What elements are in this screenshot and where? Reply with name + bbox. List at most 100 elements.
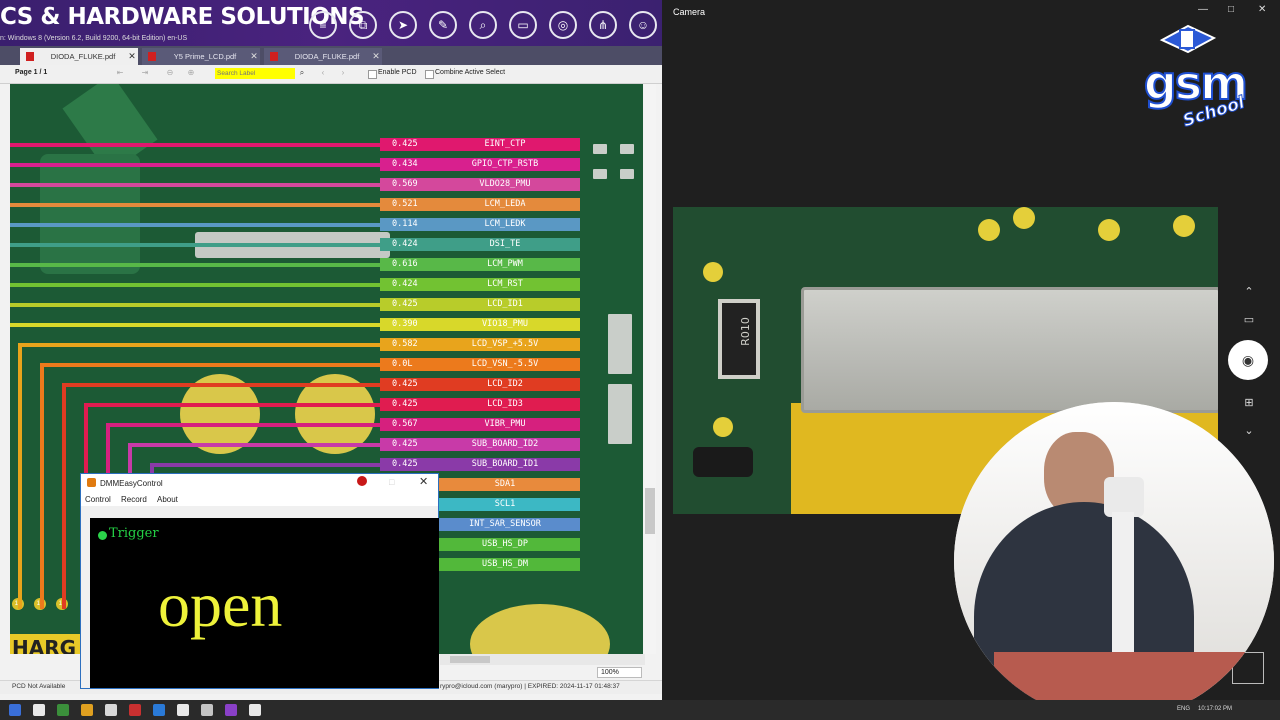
- net-name: LCD_VSN_-5.5V: [471, 359, 539, 369]
- taskbar-app-icon[interactable]: [33, 704, 45, 716]
- net-trace: [128, 443, 380, 447]
- close-icon[interactable]: ✕: [419, 475, 428, 488]
- taskbar-app-icon[interactable]: [201, 704, 213, 716]
- net-trace: [106, 423, 380, 427]
- vertical-scrollbar[interactable]: [644, 84, 656, 654]
- tray-language[interactable]: ENG: [1177, 706, 1190, 712]
- net-label-row[interactable]: 0.425 LCD_ID1: [380, 298, 580, 311]
- close-icon[interactable]: ✕: [370, 51, 382, 62]
- taskbar-app-icon[interactable]: [129, 704, 141, 716]
- windows-taskbar: ENG 10:17:02 PM: [0, 700, 1280, 720]
- video-mode-icon[interactable]: ▭: [1239, 313, 1259, 326]
- net-trace: [18, 343, 380, 347]
- minimize-icon[interactable]: —: [1198, 4, 1208, 15]
- search-icon[interactable]: ⌕: [297, 68, 307, 78]
- net-label-row[interactable]: 0.582 LCD_VSP_+5.5V: [380, 338, 580, 351]
- close-icon[interactable]: ✕: [248, 51, 260, 62]
- taskbar-app-icon[interactable]: [9, 704, 21, 716]
- tab-y5-prime-lcd[interactable]: Y5 Prime_LCD.pdf ✕: [142, 48, 260, 65]
- tab-dioda-fluke-2[interactable]: DIODA_FLUKE.pdf ✕: [264, 48, 382, 65]
- smd-pad: [593, 144, 607, 154]
- gsm-school-logo: gsm School: [1116, 18, 1276, 148]
- net-name: INT_SAR_SENSOR: [469, 519, 541, 529]
- net-name: VLDO28_PMU: [479, 179, 531, 189]
- cursor-icon[interactable]: ➤: [389, 11, 417, 39]
- net-name: VIO18_PMU: [481, 319, 529, 329]
- zoom-select[interactable]: 100%: [597, 667, 642, 678]
- net-label-row[interactable]: 0.616 LCM_PWM: [380, 258, 580, 271]
- taskbar-app-icon[interactable]: [249, 704, 261, 716]
- next-result-icon[interactable]: ›: [338, 68, 348, 78]
- capture-photo-button[interactable]: ◉: [1228, 340, 1268, 380]
- dmm-easycontrol-window[interactable]: DMMEasyControl □ ✕ Control Record About …: [80, 473, 439, 689]
- smd-component: [608, 384, 632, 444]
- prev-result-icon[interactable]: ‹: [318, 68, 328, 78]
- net-label-row[interactable]: 0.425 SUB_BOARD_ID1: [380, 458, 580, 471]
- search-zoom-icon[interactable]: ⌕: [469, 11, 497, 39]
- net-trace: [10, 163, 380, 167]
- net-label-row[interactable]: 0.569 VLDO28_PMU: [380, 178, 580, 191]
- net-label-row[interactable]: 0.425 EINT_CTP: [380, 138, 580, 151]
- net-name: SUB_BOARD_ID2: [471, 439, 539, 449]
- record-icon[interactable]: [357, 476, 367, 486]
- taskbar-app-icon[interactable]: [177, 704, 189, 716]
- share-icon[interactable]: ⋔: [589, 11, 617, 39]
- enable-pcd-checkbox[interactable]: [368, 70, 377, 79]
- zoom-in-icon[interactable]: ⊕: [186, 68, 196, 78]
- net-label-row[interactable]: 0.567 VIBR_PMU: [380, 418, 580, 431]
- taskbar-app-icon[interactable]: [57, 704, 69, 716]
- search-label-input[interactable]: [215, 68, 295, 79]
- board-silkscreen: HARG: [12, 636, 77, 654]
- close-icon[interactable]: ✕: [1258, 4, 1266, 15]
- net-label-row[interactable]: 0.424 LCM_RST: [380, 278, 580, 291]
- close-icon[interactable]: ✕: [126, 51, 138, 62]
- net-voltage: 0.425: [392, 399, 418, 409]
- net-label-row[interactable]: 0.425 SUB_BOARD_ID2: [380, 438, 580, 451]
- net-name: LCM_LEDK: [484, 219, 526, 229]
- last-page-icon[interactable]: ⇥: [140, 68, 150, 78]
- net-label-row[interactable]: 0.114 LCM_LEDK: [380, 218, 580, 231]
- menu-about[interactable]: About: [157, 495, 178, 504]
- tab-dioda-fluke[interactable]: DIODA_FLUKE.pdf ✕: [20, 48, 138, 65]
- net-label-row[interactable]: 0.0L LCD_VSN_-5.5V: [380, 358, 580, 371]
- folder-icon[interactable]: ▭: [509, 11, 537, 39]
- net-label-row[interactable]: 0.425 LCD_ID2: [380, 378, 580, 391]
- maximize-icon[interactable]: □: [389, 477, 394, 487]
- microscope-head: [1104, 477, 1144, 517]
- net-label-row[interactable]: 0.425 LCD_ID3: [380, 398, 580, 411]
- net-label-row[interactable]: 0.390 VIO18_PMU: [380, 318, 580, 331]
- first-page-icon[interactable]: ⇤: [115, 68, 125, 78]
- document-icon[interactable]: ≡: [309, 11, 337, 39]
- taskbar-app-icon[interactable]: [153, 704, 165, 716]
- document-tab-bar: DIODA_FLUKE.pdf ✕ Y5 Prime_LCD.pdf ✕ DIO…: [0, 46, 662, 65]
- tray-clock[interactable]: 10:17:02 PM: [1198, 706, 1232, 712]
- net-label-row[interactable]: 0.434 GPIO_CTP_RSTB: [380, 158, 580, 171]
- magic-wand-icon[interactable]: ✎: [429, 11, 457, 39]
- dmm-title-bar[interactable]: DMMEasyControl □ ✕: [81, 474, 438, 492]
- taskbar-app-icon[interactable]: [105, 704, 117, 716]
- net-name: VIBR_PMU: [484, 419, 526, 429]
- menu-control[interactable]: Control: [85, 495, 111, 504]
- gold-pad: [1173, 215, 1195, 237]
- maximize-icon[interactable]: □: [1228, 4, 1234, 15]
- net-voltage: 0.521: [392, 199, 418, 209]
- smd-pad: [620, 169, 634, 179]
- zoom-out-icon[interactable]: ⊖: [165, 68, 175, 78]
- vertical-scroll-thumb[interactable]: [645, 488, 655, 534]
- net-name: EINT_CTP: [484, 139, 526, 149]
- menu-record[interactable]: Record: [121, 495, 147, 504]
- net-label-row[interactable]: 0.521 LCM_LEDA: [380, 198, 580, 211]
- smd-component: [608, 314, 632, 374]
- user-icon[interactable]: ☺: [629, 11, 657, 39]
- net-voltage: 0.390: [392, 319, 418, 329]
- combine-active-select-checkbox[interactable]: [425, 70, 434, 79]
- copy-icon[interactable]: ⧉: [349, 11, 377, 39]
- net-label-row[interactable]: 0.424 DSI_TE: [380, 238, 580, 251]
- taskbar-app-icon[interactable]: [81, 704, 93, 716]
- horizontal-scroll-thumb[interactable]: [450, 656, 490, 663]
- taskbar-app-icon[interactable]: [225, 704, 237, 716]
- chevron-up-icon[interactable]: ⌃: [1239, 285, 1259, 298]
- net-name: LCD_ID2: [487, 379, 523, 389]
- screenshot-icon[interactable]: ◎: [549, 11, 577, 39]
- gold-pad: [1013, 207, 1035, 229]
